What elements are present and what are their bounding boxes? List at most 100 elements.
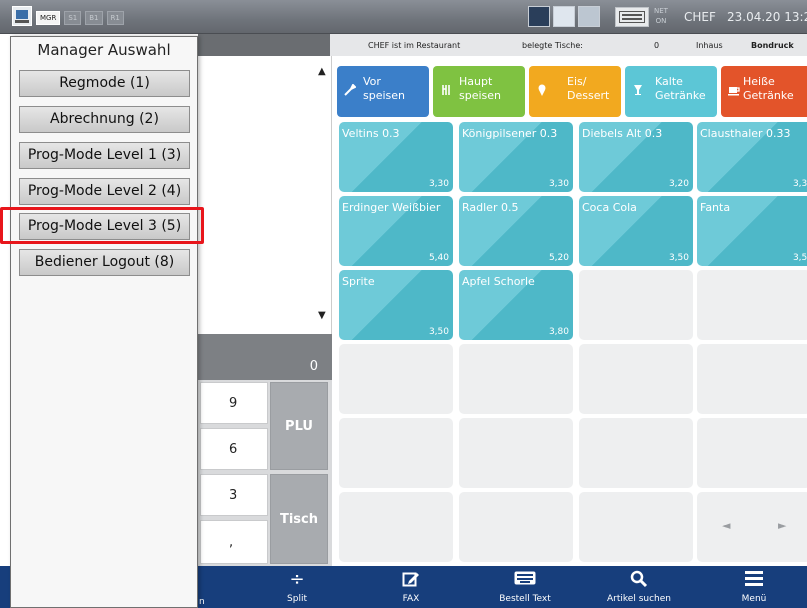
info-bar: CHEF ist im Restaurant belegte Tische: 0…: [198, 34, 807, 56]
product-name: Veltins 0.3: [342, 127, 400, 140]
regmode-button[interactable]: Regmode (1): [19, 70, 190, 97]
category-eis-dessert[interactable]: Eis/Dessert: [529, 66, 621, 117]
category-hauptspeisen-line2: speisen: [459, 89, 502, 102]
mode-tag-mgr[interactable]: MGR: [36, 11, 61, 25]
printer-status-icon: [528, 6, 550, 27]
product-price: 3,50: [428, 327, 449, 337]
category-kalte-getraenke[interactable]: Kalte Getränke: [625, 66, 717, 117]
plu-button[interactable]: PLU: [270, 382, 328, 470]
date-time: 23.04.20 13:28: [727, 10, 807, 24]
mode-tags: MGR S1 B1 R1: [36, 11, 124, 25]
product-koenigpilsener[interactable]: Königpilsener 0.3 3,30: [459, 122, 573, 192]
mode-tag-s1[interactable]: S1: [64, 11, 82, 25]
fork-icon: [344, 84, 356, 96]
product-name: Clausthaler 0.33: [700, 127, 791, 140]
product-erdinger-weissbier[interactable]: Erdinger Weißbier 5,40: [339, 196, 453, 266]
app-logo-icon[interactable]: [12, 6, 32, 26]
info-bar-left-block: [198, 34, 330, 56]
category-heisse-getraenke-label: Heiße Getränke: [743, 75, 794, 103]
product-clausthaler[interactable]: Clausthaler 0.33 3,30: [697, 122, 807, 192]
product-name: Sprite: [342, 275, 375, 288]
category-eis-dessert-line2: Dessert: [567, 89, 610, 102]
operator-logout-button[interactable]: Bediener Logout (8): [19, 249, 190, 276]
empty-grid-cell: [697, 344, 807, 414]
selection-highlight: [0, 207, 204, 244]
location-label: Inhaus: [696, 41, 723, 50]
print-label[interactable]: Bondruck: [751, 41, 794, 50]
partial-toolbar-label: n: [199, 597, 205, 607]
category-eis-dessert-label: Eis/Dessert: [567, 75, 609, 103]
product-name: Erdinger Weißbier: [342, 201, 441, 214]
category-kalte-getraenke-line2: Getränke: [655, 89, 706, 102]
product-veltins[interactable]: Veltins 0.3 3,30: [339, 122, 453, 192]
split-label: Split: [287, 594, 307, 604]
order-text-label: Bestell Text: [499, 594, 551, 604]
category-hauptspeisen-label: Haupt speisen: [459, 75, 501, 103]
split-button[interactable]: ÷ Split: [237, 566, 357, 608]
occupied-tables-label: belegte Tische:: [522, 41, 583, 50]
product-fanta[interactable]: Fanta 3,50: [697, 196, 807, 266]
product-name: Königpilsener 0.3: [462, 127, 558, 140]
network-indicator-line1: NET: [654, 7, 668, 15]
product-price: 3,30: [792, 179, 807, 189]
current-user: CHEF: [684, 10, 716, 24]
product-diebels-alt[interactable]: Diebels Alt 0.3 3,20: [579, 122, 693, 192]
scroll-up-arrow-icon[interactable]: ▲: [318, 66, 326, 77]
network-status-icon: [553, 6, 575, 27]
product-apfel-schorle[interactable]: Apfel Schorle 3,80: [459, 270, 573, 340]
category-hauptspeisen[interactable]: Haupt speisen: [433, 66, 525, 117]
search-article-button[interactable]: Artikel suchen: [579, 566, 699, 608]
mode-tag-b1[interactable]: B1: [85, 11, 103, 25]
popup-title: Manager Auswahl: [37, 41, 171, 59]
keyboard-icon[interactable]: [615, 6, 649, 27]
menu-label: Menü: [741, 594, 767, 604]
scroll-down-arrow-icon[interactable]: ▼: [318, 310, 326, 321]
product-radler[interactable]: Radler 0.5 5,20: [459, 196, 573, 266]
empty-grid-cell: [339, 418, 453, 488]
search-icon: [579, 570, 699, 590]
glass-icon: [634, 85, 642, 95]
category-hauptspeisen-line1: Haupt: [459, 75, 493, 88]
empty-grid-cell: [579, 418, 693, 488]
key-comma[interactable]: ,: [200, 520, 268, 564]
product-sprite[interactable]: Sprite 3,50: [339, 270, 453, 340]
product-coca-cola[interactable]: Coca Cola 3,50: [579, 196, 693, 266]
mode-tag-r1[interactable]: R1: [106, 11, 124, 25]
keyboard-icon: [465, 570, 585, 590]
divide-icon: ÷: [289, 569, 305, 590]
network-indicator: NET ON: [654, 6, 668, 26]
category-vorspeisen-line2: speisen: [363, 89, 406, 102]
key-3[interactable]: 3: [200, 474, 268, 516]
receipt-list[interactable]: [198, 56, 332, 334]
empty-grid-cell: [339, 344, 453, 414]
empty-grid-cell: [579, 344, 693, 414]
category-heisse-getraenke[interactable]: Heiße Getränke: [721, 66, 807, 117]
product-price: 3,30: [428, 179, 449, 189]
key-9[interactable]: 9: [200, 382, 268, 424]
category-vorspeisen[interactable]: Vor speisen: [337, 66, 429, 117]
empty-grid-cell: [459, 418, 573, 488]
empty-grid-cell: [579, 270, 693, 340]
order-text-button[interactable]: Bestell Text: [465, 566, 585, 608]
fax-label: FAX: [402, 594, 420, 604]
prog-mode-level-1-button[interactable]: Prog-Mode Level 1 (3): [19, 142, 190, 169]
prog-mode-level-2-button[interactable]: Prog-Mode Level 2 (4): [19, 178, 190, 205]
table-button[interactable]: Tisch: [270, 474, 328, 564]
fax-button[interactable]: FAX: [351, 566, 471, 608]
category-eis-dessert-line1: Eis/: [567, 75, 587, 88]
empty-grid-cell: [697, 492, 807, 562]
product-price: 5,20: [548, 253, 569, 263]
key-6[interactable]: 6: [200, 428, 268, 470]
product-price: 3,20: [668, 179, 689, 189]
product-price: 5,40: [428, 253, 449, 263]
network-indicator-line2: ON: [655, 17, 667, 25]
manager-selection-popup: Manager Auswahl Regmode (1) Abrechnung (…: [10, 36, 198, 608]
empty-grid-cell: [697, 418, 807, 488]
accounting-button[interactable]: Abrechnung (2): [19, 106, 190, 133]
product-price: 3,50: [668, 253, 689, 263]
menu-button[interactable]: Menü: [694, 566, 807, 608]
ice-cream-icon: [538, 84, 546, 96]
next-page-arrow-icon[interactable]: ►: [778, 519, 786, 532]
previous-page-arrow-icon[interactable]: ◄: [722, 519, 730, 532]
empty-grid-cell: [339, 492, 453, 562]
